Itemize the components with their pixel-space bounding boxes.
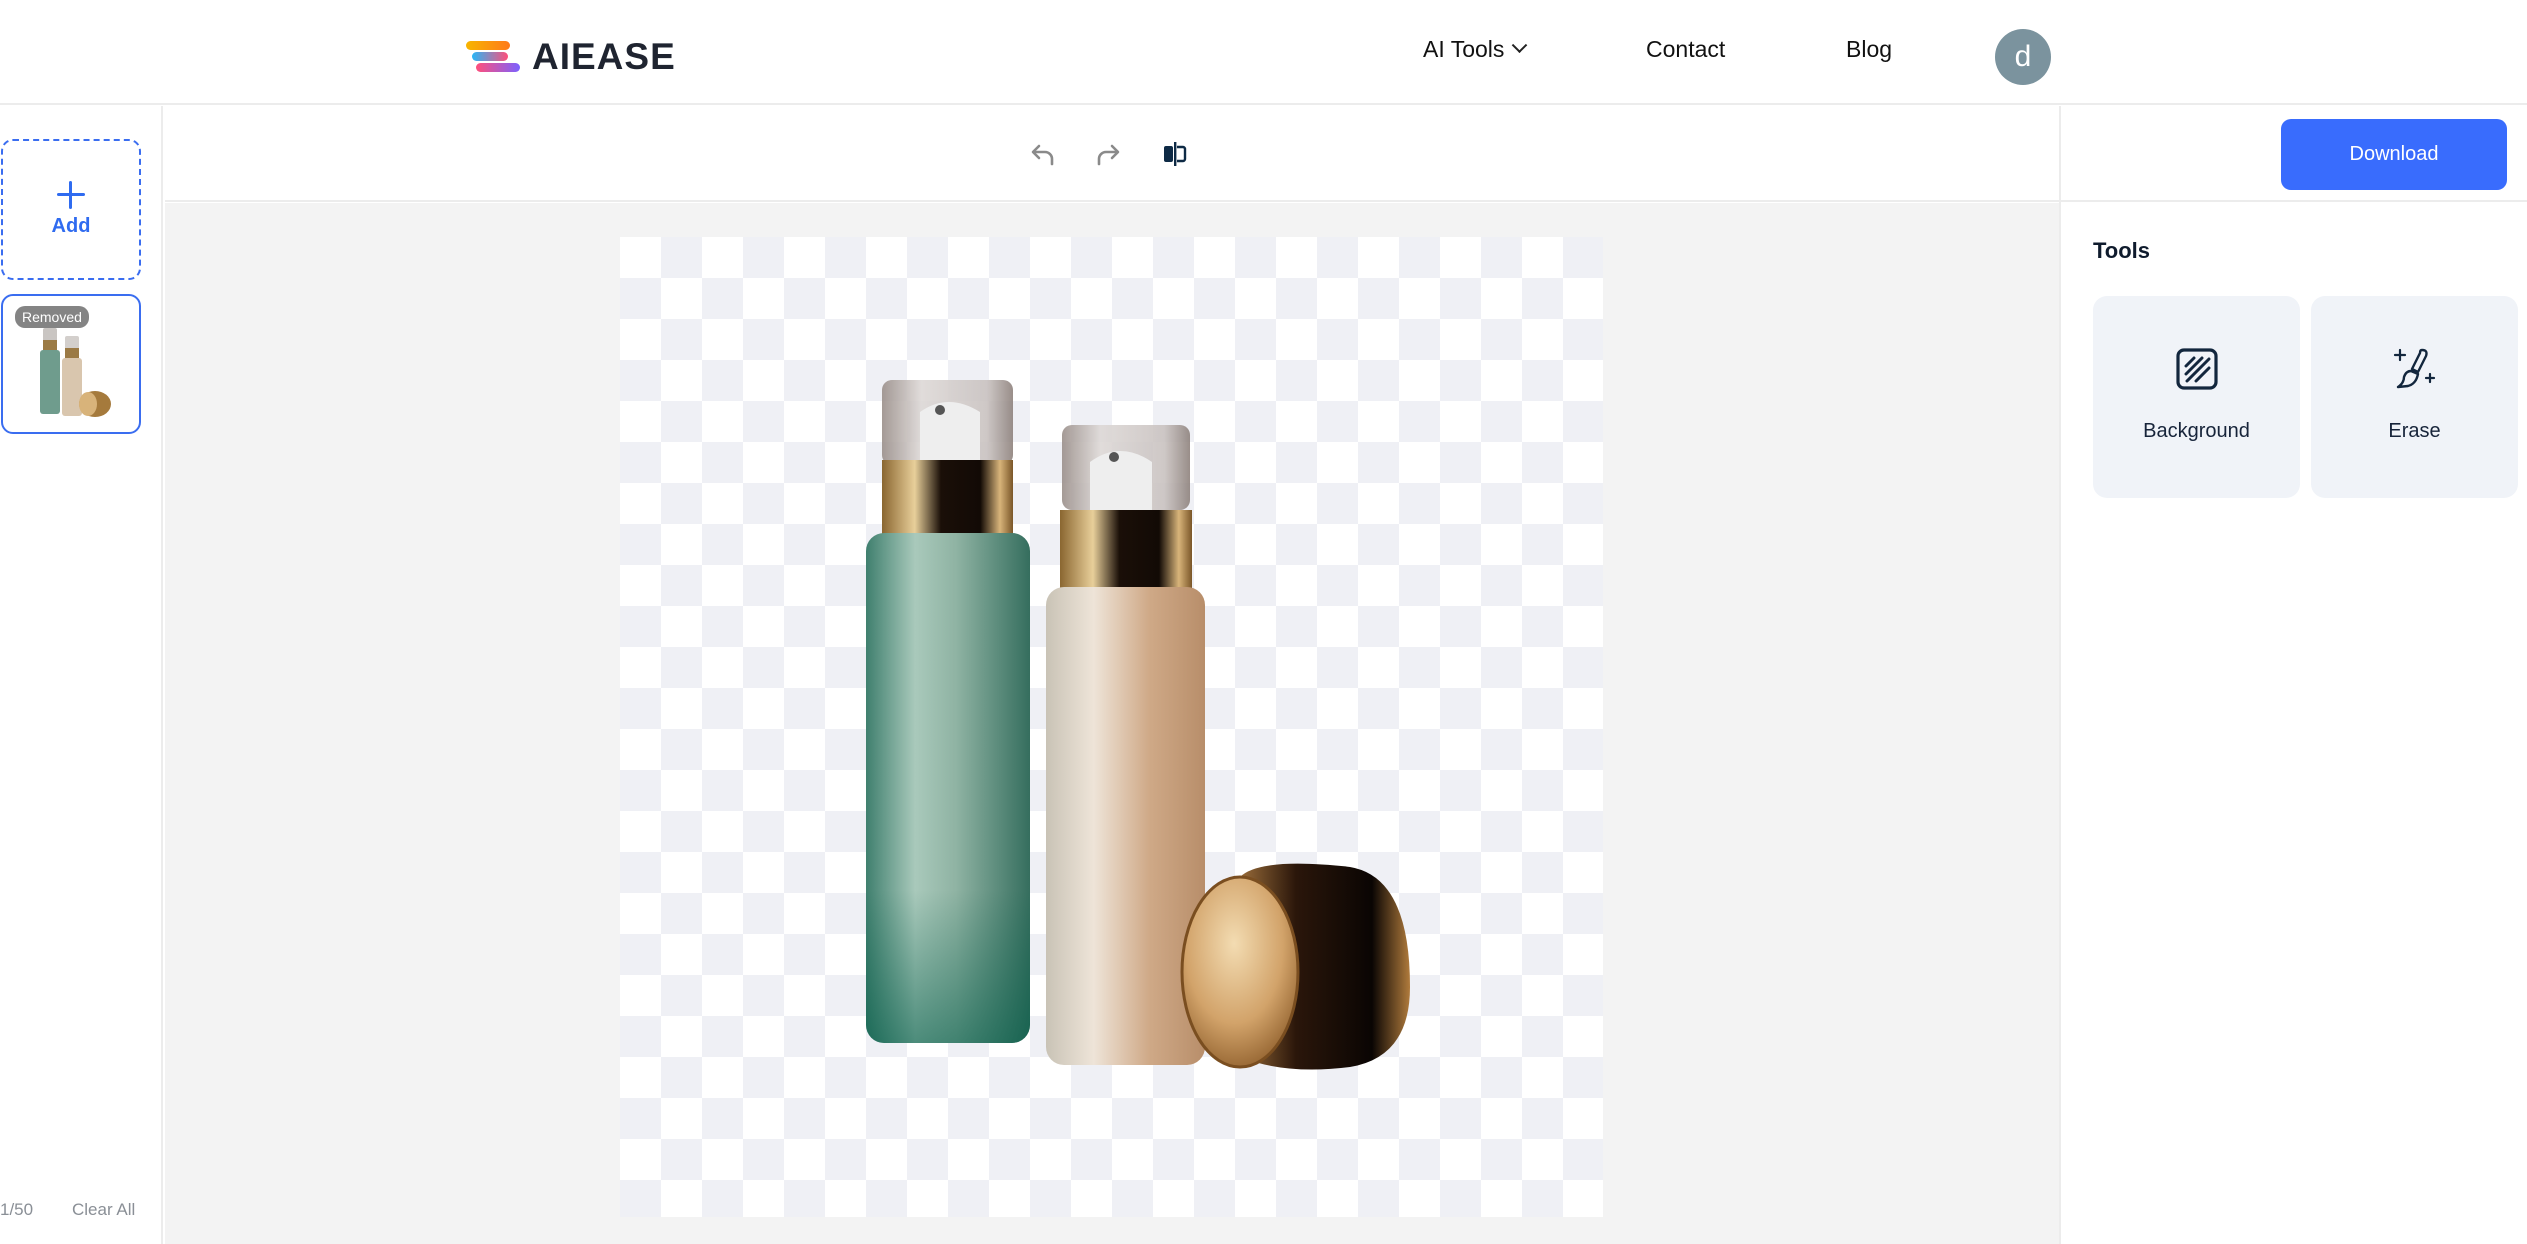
tool-background[interactable]: Background [2093, 296, 2300, 498]
status-badge: Removed [15, 306, 89, 328]
gold-cap [1180, 863, 1410, 1070]
editor-toolbar [165, 106, 2059, 202]
undo-button[interactable] [1025, 136, 1061, 172]
nav-ai-tools-label: AI Tools [1423, 36, 1505, 62]
add-image-button[interactable]: Add [1, 139, 141, 280]
image-count: 1/50 [0, 1200, 34, 1219]
redo-icon [1097, 144, 1120, 166]
logo-mark-icon [466, 39, 522, 75]
product-image [866, 380, 1410, 1070]
editor-workspace [165, 203, 2059, 1244]
tools-title: Tools [2093, 238, 2151, 263]
compare-button[interactable] [1157, 136, 1193, 172]
brand-logo[interactable]: AIEASE [466, 36, 676, 78]
undo-icon [1031, 144, 1054, 166]
image-list-sidebar: Add Removed 1/50 Clear All [0, 106, 163, 1244]
chevron-down-icon [1512, 37, 1528, 54]
clear-all-button[interactable]: Clear All [72, 1200, 135, 1220]
user-avatar[interactable]: d [1995, 29, 2051, 85]
compare-icon [1164, 142, 1187, 166]
panel-header: Download [2061, 106, 2527, 202]
nav-contact[interactable]: Contact [1646, 36, 1725, 63]
green-bottle [866, 380, 1030, 1043]
thumbnail-image [40, 328, 111, 417]
nav-ai-tools[interactable]: AI Tools [1423, 36, 1528, 63]
magic-brush-icon [2393, 348, 2435, 389]
image-thumbnail[interactable]: Removed [1, 294, 141, 434]
tool-erase-label: Erase [2388, 420, 2441, 442]
plus-icon [57, 181, 85, 209]
tool-erase[interactable]: Erase [2311, 296, 2518, 498]
background-pattern-icon [2175, 348, 2218, 390]
image-canvas[interactable] [620, 237, 1603, 1217]
tool-background-label: Background [2143, 420, 2250, 442]
brand-name: AIEASE [532, 36, 676, 77]
redo-button[interactable] [1090, 136, 1126, 172]
download-button[interactable]: Download [2281, 119, 2507, 190]
top-header: AIEASE AI Tools Contact Blog d [0, 0, 2527, 105]
nav-blog[interactable]: Blog [1846, 36, 1892, 63]
add-label: Add [51, 215, 91, 237]
tools-panel: Download Tools Background Erase [2059, 106, 2527, 1244]
